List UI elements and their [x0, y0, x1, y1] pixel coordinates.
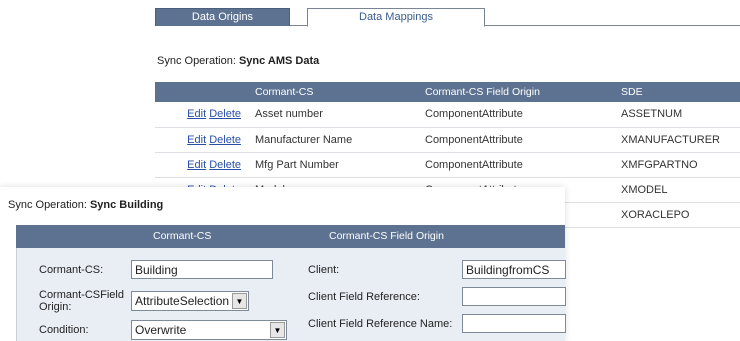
sync-operation-value: Sync Building: [89, 199, 164, 211]
delete-link[interactable]: Delete: [209, 108, 241, 120]
cormant-cs-label: Cormant-CS:: [39, 264, 104, 276]
header-field-origin: Cormant-CS Field Origin: [329, 230, 444, 242]
client-field-reference-label: Client Field Reference:: [308, 291, 420, 303]
cell-cormant-cs: Mfg Part Number: [251, 152, 421, 178]
cell-sde: XMODEL: [617, 177, 740, 203]
edit-link[interactable]: Edit: [187, 108, 206, 120]
edit-link[interactable]: Edit: [187, 134, 206, 146]
row-actions: Edit Delete: [155, 102, 251, 128]
client-field-reference-input[interactable]: [462, 287, 566, 306]
edit-link[interactable]: Edit: [187, 159, 206, 171]
table-row: Edit Delete Asset number ComponentAttrib…: [155, 102, 740, 128]
header-cormant-cs: Cormant-CS: [153, 230, 212, 242]
sync-operation-line: Sync Operation: Sync AMS Data: [157, 55, 319, 67]
sync-operation-label: Sync Operation:: [157, 55, 236, 67]
row-actions: Edit Delete: [155, 127, 251, 153]
condition-select[interactable]: Overwrite ▼: [131, 320, 287, 340]
sync-operation-label: Sync Operation:: [8, 199, 87, 211]
cell-sde: XMFGPARTNO: [617, 152, 740, 178]
sync-operation-line: Sync Operation: Sync Building: [8, 199, 163, 211]
sync-operation-value: Sync AMS Data: [238, 55, 320, 67]
tab-data-origins[interactable]: Data Origins: [155, 8, 290, 26]
table-header-row: Cormant-CS Cormant-CS Field Origin SDE: [155, 82, 740, 102]
actions-header: [155, 82, 251, 102]
cell-cormant-cs: Manufacturer Name: [251, 127, 421, 153]
field-origin-value: AttributeSelection: [135, 294, 230, 308]
delete-link[interactable]: Delete: [209, 159, 241, 171]
client-field-reference-name-label: Client Field Reference Name:: [308, 318, 453, 330]
field-origin-select[interactable]: AttributeSelection ▼: [131, 291, 249, 311]
tab-data-mappings[interactable]: Data Mappings: [307, 8, 485, 27]
chevron-down-icon[interactable]: ▼: [270, 322, 285, 338]
cell-field-origin: ComponentAttribute: [421, 127, 617, 153]
tab-strip: Data Origins Data Mappings: [155, 8, 740, 27]
mapping-form-header: Cormant-CS Cormant-CS Field Origin: [16, 225, 565, 248]
mapping-form: Cormant-CS: Cormant-CSField Origin: Attr…: [16, 248, 566, 341]
column-header-field-origin: Cormant-CS Field Origin: [421, 82, 617, 102]
condition-value: Overwrite: [135, 323, 187, 337]
cell-field-origin: ComponentAttribute: [421, 102, 617, 128]
row-actions: Edit Delete: [155, 152, 251, 178]
cell-cormant-cs: Asset number: [251, 102, 421, 128]
sync-building-panel: Sync Operation: Sync Building Cormant-CS…: [0, 187, 566, 341]
client-label: Client:: [308, 264, 340, 276]
client-input[interactable]: [462, 260, 566, 279]
cormant-cs-input[interactable]: [131, 260, 273, 279]
delete-link[interactable]: Delete: [209, 134, 241, 146]
cell-sde: XMANUFACTURER: [617, 127, 740, 153]
cell-field-origin: ComponentAttribute: [421, 152, 617, 178]
column-header-cormant-cs: Cormant-CS: [251, 82, 421, 102]
column-header-sde: SDE: [617, 82, 740, 102]
table-row: Edit Delete Mfg Part Number ComponentAtt…: [155, 152, 740, 178]
chevron-down-icon[interactable]: ▼: [232, 293, 247, 309]
cell-sde: ASSETNUM: [617, 102, 740, 128]
table-row: Edit Delete Manufacturer Name ComponentA…: [155, 127, 740, 153]
field-origin-label: Cormant-CSField Origin:: [39, 289, 124, 313]
client-field-reference-name-input[interactable]: [462, 314, 566, 333]
cell-sde: XORACLEPO: [617, 202, 740, 228]
condition-label: Condition:: [39, 324, 89, 336]
